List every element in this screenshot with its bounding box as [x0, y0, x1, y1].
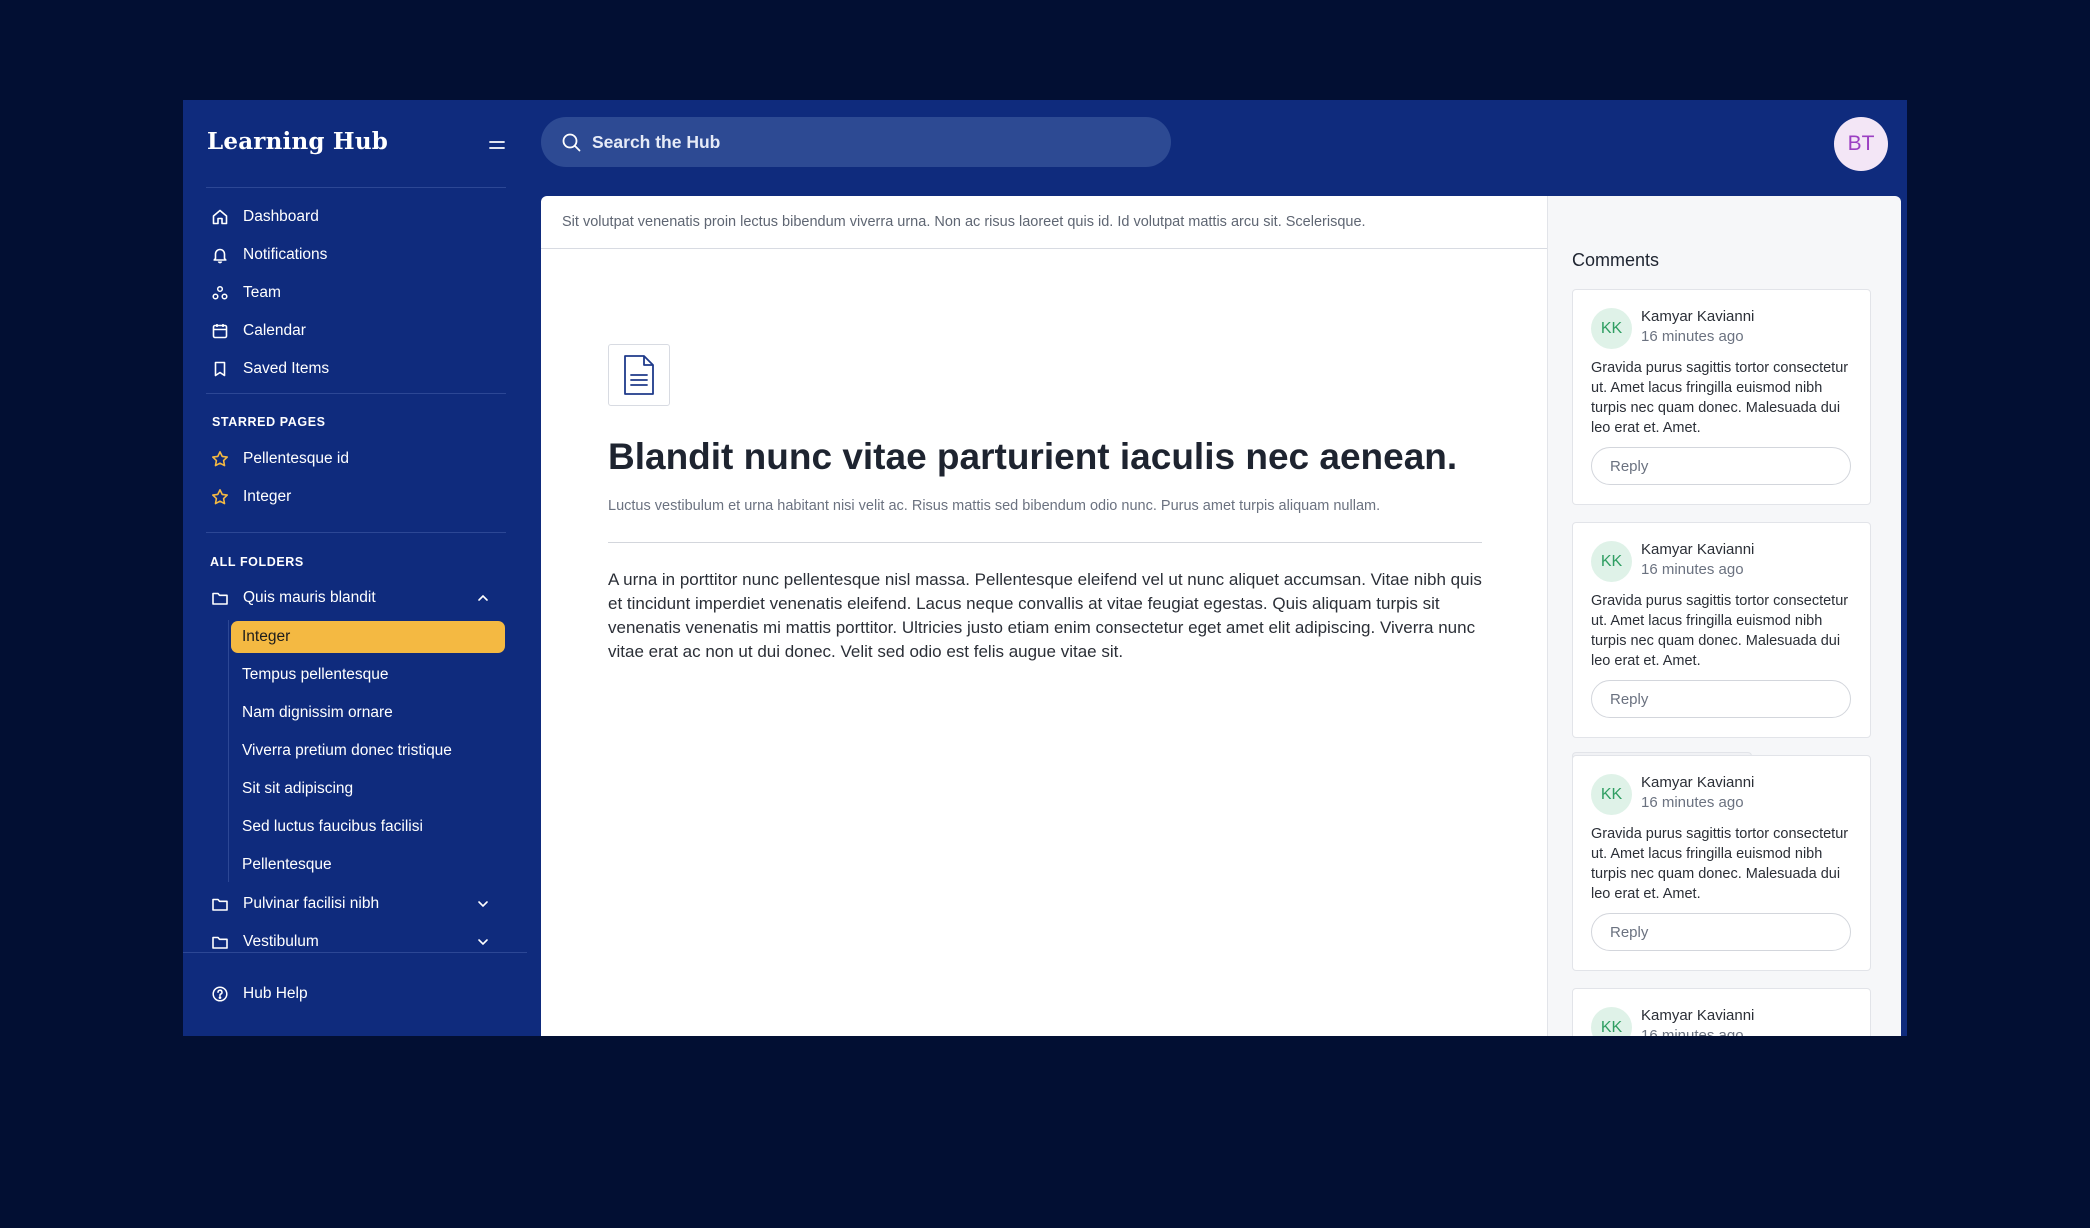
help-icon — [211, 985, 229, 1003]
nav-item-label: Saved Items — [243, 360, 330, 377]
folder-icon — [211, 895, 229, 913]
user-avatar[interactable]: BT — [1834, 117, 1888, 171]
folder-icon — [211, 933, 229, 951]
comment-text: Gravida purus sagittis tortor consectetu… — [1591, 826, 1849, 902]
nav-item-team[interactable]: Team — [207, 278, 497, 308]
chevron-down-icon[interactable] — [475, 896, 491, 912]
folder-item-label: Vestibulum — [243, 933, 319, 950]
folders-section-title: ALL FOLDERS — [210, 555, 304, 569]
nav-item-calendar[interactable]: Calendar — [207, 316, 497, 346]
reply-input[interactable]: Reply — [1591, 447, 1851, 485]
star-icon — [211, 488, 229, 506]
chevron-up-icon[interactable] — [475, 590, 491, 606]
folder-child-item[interactable]: Pellentesque — [231, 849, 505, 881]
bell-icon — [211, 246, 229, 264]
folder-icon — [211, 589, 229, 607]
search-icon — [561, 132, 582, 153]
document-pane: Sit volutpat venenatis proin lectus bibe… — [541, 196, 1547, 1036]
nav-item-label: Team — [243, 284, 281, 301]
folder-child-integer[interactable]: Integer — [231, 621, 505, 653]
scrollbar[interactable] — [1901, 196, 1907, 1036]
document-banner: Sit volutpat venenatis proin lectus bibe… — [541, 196, 1547, 249]
sidebar: Learning Hub Dashboard Notifications Tea… — [183, 100, 541, 1036]
comment-text: Gravida purus sagittis tortor consectetu… — [1591, 593, 1849, 669]
reply-input[interactable]: Reply — [1591, 680, 1851, 718]
comment-avatar: KK — [1591, 308, 1632, 349]
folder-child-item[interactable]: Viverra pretium donec tristique — [231, 735, 505, 767]
comments-panel: Comments KK Kamyar Kavianni 16 minutes a… — [1547, 196, 1901, 1036]
comment-card: KK Kamyar Kavianni 16 minutes ago Gravid… — [1572, 755, 1871, 971]
divider — [183, 952, 527, 953]
calendar-icon — [211, 322, 229, 340]
nav-item-label: Notifications — [243, 246, 328, 263]
comment-time: 16 minutes ago — [1641, 794, 1744, 811]
nav-item-dashboard[interactable]: Dashboard — [207, 202, 497, 232]
comment-avatar: KK — [1591, 541, 1632, 582]
hub-help-label: Hub Help — [243, 985, 308, 1002]
tree-line — [228, 620, 229, 882]
star-icon — [211, 450, 229, 468]
divider — [206, 532, 506, 533]
document-body: A urna in porttitor nunc pellentesque ni… — [608, 570, 1482, 661]
starred-section-title: STARRED PAGES — [212, 415, 326, 429]
comment-time: 16 minutes ago — [1641, 328, 1744, 345]
comment-text: Gravida purus sagittis tortor consectetu… — [1591, 360, 1849, 436]
document-subtitle: Luctus vestibulum et urna habitant nisi … — [608, 498, 1381, 514]
hub-help-link[interactable]: Hub Help — [207, 979, 497, 1009]
nav-item-label: Dashboard — [243, 208, 319, 225]
app-window: Learning Hub Dashboard Notifications Tea… — [183, 100, 1907, 1036]
folder-item-label: Pulvinar facilisi nibh — [243, 895, 380, 912]
comment-time: 16 minutes ago — [1641, 561, 1744, 578]
comment-author: Kamyar Kavianni — [1641, 308, 1755, 325]
document-title: Blandit nunc vitae parturient iaculis ne… — [608, 436, 1458, 477]
comment-author: Kamyar Kavianni — [1641, 541, 1755, 558]
folder-child-item[interactable]: Sit sit adipiscing — [231, 773, 505, 805]
reply-input[interactable]: Reply — [1591, 913, 1851, 951]
comment-avatar: KK — [1591, 774, 1632, 815]
folder-child-item[interactable]: Nam dignissim ornare — [231, 697, 505, 729]
comment-card: KK Kamyar Kavianni 16 minutes ago — [1572, 988, 1871, 1036]
divider — [206, 187, 506, 188]
comment-time: 16 minutes ago — [1641, 1027, 1744, 1036]
comment-author: Kamyar Kavianni — [1641, 1007, 1755, 1024]
folder-child-item[interactable]: Sed luctus faucibus facilisi — [231, 811, 505, 843]
document-icon — [608, 344, 670, 406]
nav-item-saved-items[interactable]: Saved Items — [207, 354, 497, 384]
folder-item-label: Quis mauris blandit — [243, 589, 376, 606]
bookmark-icon — [211, 360, 229, 378]
starred-item-label: Integer — [243, 488, 292, 505]
starred-item[interactable]: Pellentesque id — [207, 444, 497, 474]
comments-title: Comments — [1572, 250, 1660, 270]
home-icon — [211, 208, 229, 226]
menu-icon — [489, 141, 505, 149]
brand-title: Learning Hub — [207, 128, 389, 155]
folder-item-pulvinar-facilisi-nibh[interactable]: Pulvinar facilisi nibh — [207, 889, 497, 919]
search-input[interactable]: Search the Hub — [541, 117, 1171, 167]
search-placeholder: Search the Hub — [592, 131, 721, 152]
nav-item-label: Calendar — [243, 322, 306, 339]
divider — [608, 542, 1482, 543]
comment-card: KK Kamyar Kavianni 16 minutes ago Gravid… — [1572, 522, 1871, 738]
team-icon — [211, 284, 229, 302]
divider — [206, 393, 506, 394]
folder-item-quis-mauris-blandit[interactable]: Quis mauris blandit — [207, 583, 497, 613]
menu-toggle-button[interactable] — [482, 130, 512, 160]
starred-item-label: Pellentesque id — [243, 450, 349, 467]
chevron-down-icon[interactable] — [475, 934, 491, 950]
nav-item-notifications[interactable]: Notifications — [207, 240, 497, 270]
starred-item[interactable]: Integer — [207, 482, 497, 512]
folder-child-item[interactable]: Tempus pellentesque — [231, 659, 505, 691]
comment-author: Kamyar Kavianni — [1641, 774, 1755, 791]
comment-card: KK Kamyar Kavianni 16 minutes ago Gravid… — [1572, 289, 1871, 505]
comment-avatar: KK — [1591, 1007, 1632, 1036]
